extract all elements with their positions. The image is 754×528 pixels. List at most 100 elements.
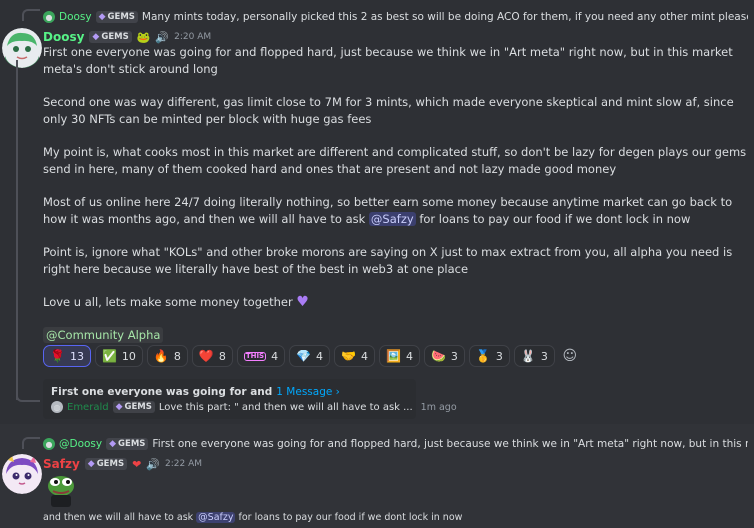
user-mention[interactable]: @Safzy [196, 512, 236, 523]
paragraph: Second one was way different, gas limit … [43, 95, 734, 126]
paragraph: My point is, what cooks most in this mar… [43, 145, 747, 176]
paragraph-text: Love u all, lets make some money togethe… [43, 295, 293, 309]
reactions-bar: 🌹 13 ✅ 10 🔥 8 ❤️ 8 THIS 4 💎 4 🤝 4 🖼️ 4 🍉 3 🥇 3 🐰 3 … [43, 345, 581, 367]
reaction-count: 3 [540, 349, 548, 363]
role-badge-label: GEMS [107, 12, 135, 22]
reaction-bunny[interactable]: 🐰 3 [513, 345, 555, 367]
rose-icon: 🌹 [50, 349, 65, 363]
gold-medal-icon: 🥇 [475, 349, 491, 363]
speaker-icon: 🔊 [155, 30, 170, 44]
message-header: Doosy ◆ GEMS 🐸 🔊 2:20 AM [43, 30, 211, 44]
gem-icon: 💎 [296, 349, 312, 363]
role-badge-label: GEMS [118, 439, 146, 449]
reaction-count: 3 [450, 349, 458, 363]
reaction-gold-medal[interactable]: 🥇 3 [468, 345, 510, 367]
reply-spine [22, 437, 40, 449]
reply-text[interactable]: Many mints today, personally picked this… [142, 11, 748, 23]
reaction-count: 4 [405, 349, 413, 363]
thread-last-author[interactable]: Emerald [67, 402, 109, 413]
reaction-gem[interactable]: 💎 4 [289, 345, 331, 367]
gem-icon: ◆ [98, 12, 106, 22]
handshake-icon: 🤝 [341, 349, 356, 363]
role-badge-label: GEMS [96, 459, 125, 469]
reply-spine [22, 9, 40, 21]
timestamp[interactable]: 2:20 AM [174, 32, 211, 42]
reaction-count: 4 [271, 349, 279, 363]
quoted-text: and then we will all have to ask [43, 512, 197, 523]
check-mark-icon: ✅ [101, 349, 117, 363]
reply-avatar: ● [43, 438, 55, 450]
thread-last-message: ◍ Emerald ◆ GEMS Love this part: " and th… [51, 401, 457, 413]
reaction-watermelon[interactable]: 🍉 3 [423, 345, 465, 367]
thread-message-count-link[interactable]: 1 Message › [276, 386, 340, 398]
role-badge: ◆ GEMS [95, 11, 138, 23]
watermelon-icon: 🍉 [430, 349, 446, 363]
reaction-fire[interactable]: 🔥 8 [146, 345, 188, 367]
role-badge: ◆ GEMS [106, 438, 149, 450]
avatar[interactable] [2, 28, 42, 68]
reply-avatar: ● [43, 11, 55, 23]
author-name[interactable]: Doosy [43, 30, 84, 44]
reply-author[interactable]: Doosy [59, 11, 92, 23]
bunny-icon: 🐰 [520, 349, 536, 363]
smiley-icon: ☺ [562, 348, 578, 364]
thread-last-avatar: ◍ [51, 401, 63, 413]
paragraph: Love u all, lets make some money togethe… [43, 294, 751, 311]
reaction-count: 8 [218, 349, 226, 363]
gem-icon: ◆ [115, 402, 123, 412]
reaction-handshake[interactable]: 🤝 4 [334, 345, 375, 367]
message-header: Safzy ◆ GEMS ❤ 🔊 2:22 AM [43, 457, 202, 471]
message-doosy: ● Doosy ◆ GEMS Many mints today, personal… [0, 0, 754, 424]
fire-icon: 🔥 [153, 349, 169, 363]
heart-icon: ❤️ [198, 349, 214, 363]
gem-icon: ◆ [87, 459, 95, 469]
role-badge: ◆ GEMS [89, 31, 132, 43]
reaction-heart[interactable]: ❤️ 8 [191, 345, 233, 367]
timestamp[interactable]: 2:22 AM [165, 459, 202, 469]
avatar[interactable] [2, 454, 42, 494]
role-badge: ◆ GEMS [84, 458, 128, 470]
reaction-count: 8 [173, 349, 181, 363]
paragraph: @Community Alpha [43, 327, 751, 344]
role-badge: ◆ GEMS [112, 401, 155, 413]
reaction-count: 10 [121, 349, 136, 363]
reaction-count: 4 [361, 349, 368, 363]
paragraph: Most of us online here 24/7 doing litera… [43, 194, 751, 228]
thread-title[interactable]: First one everyone was going for and 1 Me… [51, 386, 340, 398]
quoted-text: for loans to pay our food if we dont loc… [235, 512, 463, 523]
gem-icon: ◆ [92, 32, 100, 42]
sticker-pepe[interactable] [43, 471, 79, 507]
add-reaction-button[interactable]: ☺ [559, 345, 581, 367]
reply-author[interactable]: @Doosy [59, 438, 102, 450]
paragraph-text: for loans to pay our food if we dont loc… [415, 212, 691, 226]
frog-icon: 🐸 [136, 30, 151, 44]
reply-preview[interactable]: ● Doosy ◆ GEMS Many mints today, personal… [43, 11, 748, 23]
reaction-pepe-image[interactable]: 🖼️ 4 [379, 345, 420, 367]
pepe-sticker-image [48, 476, 74, 507]
quoted-line: and then we will all have to ask @Safzy … [43, 512, 462, 523]
thread-spine-corner [16, 390, 40, 402]
author-name[interactable]: Safzy [43, 457, 80, 471]
role-mention[interactable]: @Community Alpha [43, 327, 164, 343]
reaction-count: 13 [69, 349, 84, 363]
reply-preview[interactable]: ● @Doosy ◆ GEMS First one everyone was go… [43, 438, 748, 450]
this-icon: THIS [243, 351, 267, 361]
paragraph: First one everyone was going for and flo… [43, 45, 733, 76]
red-heart-icon: ❤ [132, 457, 142, 471]
paragraph: Point is, ignore what "KOLs" and other b… [43, 245, 733, 276]
reaction-this[interactable]: THIS 4 [236, 345, 286, 367]
speaker-icon: 🔊 [146, 457, 160, 471]
role-badge-label: GEMS [101, 32, 129, 42]
reaction-check-mark[interactable]: ✅ 10 [94, 345, 143, 367]
avatar-image [2, 454, 42, 494]
reaction-rose[interactable]: 🌹 13 [43, 345, 91, 367]
thread-card[interactable]: First one everyone was going for and 1 Me… [43, 379, 457, 419]
thread-last-time: 1m ago [420, 401, 457, 413]
reply-text[interactable]: First one everyone was going for and flo… [152, 438, 748, 450]
thread-spine [16, 60, 18, 400]
thread-title-text: First one everyone was going for and [51, 386, 273, 398]
message-safzy: ● @Doosy ◆ GEMS First one everyone was go… [0, 426, 754, 528]
user-mention[interactable]: @Safzy [368, 212, 416, 226]
avatar-image [2, 28, 42, 68]
reaction-count: 4 [316, 349, 324, 363]
